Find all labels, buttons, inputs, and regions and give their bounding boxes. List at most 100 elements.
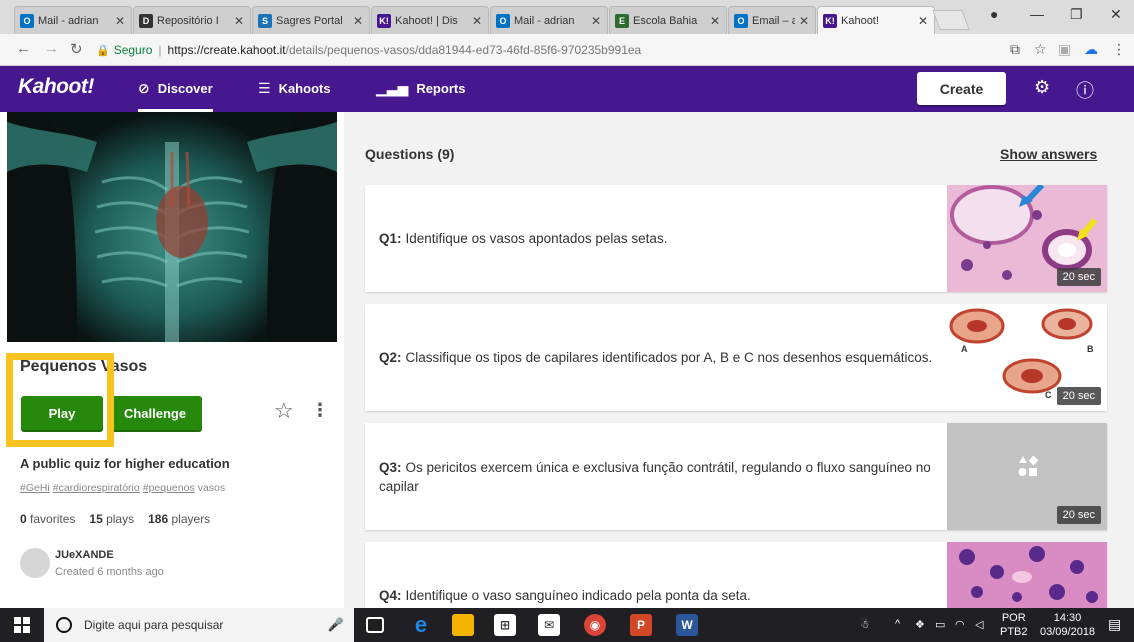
plays-stat: 15 plays [89, 512, 134, 526]
close-icon[interactable]: ✕ [591, 14, 601, 28]
more-options-icon[interactable]: ⋮ [311, 400, 329, 421]
list-icon: ☰ [258, 80, 271, 96]
question-card[interactable]: Q1: Identifique os vasos apontados pelas … [365, 185, 1107, 292]
avatar[interactable] [20, 548, 50, 578]
forward-icon[interactable]: → [44, 40, 59, 57]
tag-text: vasos [197, 482, 226, 494]
volume-icon[interactable]: ◁ [975, 618, 983, 631]
nav-label: Discover [157, 81, 213, 96]
browser-tab-active[interactable]: K! Kahoot! ✕ [817, 6, 935, 34]
clock-time: 14:30 [1053, 612, 1082, 624]
gear-icon[interactable]: ⚙ [1034, 77, 1050, 98]
menu-icon[interactable]: ⋮ [1112, 41, 1126, 58]
translate-icon[interactable]: ⧉ [1010, 41, 1020, 58]
close-icon[interactable]: ✕ [234, 14, 244, 28]
close-icon[interactable]: ✕ [918, 14, 928, 28]
close-icon[interactable]: ✕ [472, 14, 482, 28]
word-icon[interactable]: W [676, 614, 698, 636]
nav-reports[interactable]: ▁▃▅ Reports [376, 80, 465, 97]
reload-icon[interactable]: ↻ [70, 40, 83, 58]
outlook-icon: O [20, 13, 34, 28]
notifications-icon[interactable]: ▤ [1108, 616, 1121, 633]
url-path: /details/pequenos-vasos/dda81944-ed73-46… [285, 43, 642, 57]
tab-title: Kahoot! [841, 14, 879, 27]
author-name[interactable]: JUeXANDE [55, 549, 114, 561]
plays-count: 15 [89, 512, 103, 526]
favorites-stat: 0 favorites [20, 512, 75, 526]
mail-icon[interactable]: ✉ [538, 614, 560, 636]
diagram-label-a: A [961, 344, 968, 354]
question-number: Q4: [379, 588, 402, 603]
wifi-icon[interactable]: ◠ [955, 618, 965, 631]
layout-code: PTB2 [1000, 626, 1028, 638]
question-body: Identifique os vasos apontados pelas set… [405, 231, 668, 246]
question-number: Q1: [379, 231, 402, 246]
show-hidden-icons[interactable]: ^ [895, 618, 900, 630]
windows-taskbar: Digite aqui para pesquisar 🎤 e ⊞ ✉ ◉ P W… [0, 608, 1134, 642]
favorite-star-icon[interactable]: ☆ [274, 398, 294, 424]
question-text: Q3: Os pericitos exercem única e exclusiv… [379, 423, 939, 530]
close-window-icon[interactable]: ✕ [1110, 6, 1122, 23]
file-explorer-icon[interactable] [452, 614, 474, 636]
sagres-icon: S [258, 13, 272, 28]
dropbox-icon[interactable]: ❖ [915, 618, 925, 631]
browser-tab[interactable]: K! Kahoot! | Dis ✕ [371, 6, 489, 34]
taskbar-clock[interactable]: 14:30 03/09/2018 [1040, 611, 1095, 639]
question-card[interactable]: Q2: Classifique os tipos de capilares ide… [365, 304, 1107, 411]
chest-xray-icon [7, 112, 337, 342]
question-image: 20 sec [947, 423, 1107, 530]
challenge-button[interactable]: Challenge [108, 396, 202, 430]
people-icon[interactable]: ☃ [860, 618, 870, 631]
question-number: Q2: [379, 350, 402, 365]
browser-tab[interactable]: O Mail - adrian ✕ [14, 6, 132, 34]
windows-start-icon[interactable] [14, 617, 30, 633]
create-button[interactable]: Create [917, 72, 1006, 105]
taskbar-search-input[interactable]: Digite aqui para pesquisar 🎤 [44, 608, 354, 642]
url-separator: | [158, 43, 162, 57]
microphone-icon[interactable]: 🎤 [328, 617, 344, 633]
back-icon[interactable]: ← [16, 40, 31, 57]
question-body: Classifique os tipos de capilares identi… [405, 350, 933, 365]
kahoot-logo[interactable]: Kahoot! [18, 75, 94, 99]
battery-icon[interactable]: ▭ [935, 618, 945, 631]
store-icon[interactable]: ⊞ [494, 614, 516, 636]
question-body: Os pericitos exercem única e exclusiva f… [379, 459, 931, 494]
kahoot-navbar: Kahoot! ⊘ Discover ☰ Kahoots ▁▃▅ Reports… [0, 66, 1134, 113]
question-card[interactable]: Q3: Os pericitos exercem única e exclusiv… [365, 423, 1107, 530]
browser-tab[interactable]: O Email – adria ✕ [728, 6, 816, 34]
chrome-icon[interactable]: ◉ [584, 614, 606, 636]
close-icon[interactable]: ✕ [115, 14, 125, 28]
cloud-extension-icon[interactable]: ☁ [1084, 41, 1098, 58]
question-text: Q1: Identifique os vasos apontados pelas … [379, 185, 939, 292]
tag-link[interactable]: #pequenos [143, 482, 195, 494]
clock-date: 03/09/2018 [1040, 626, 1096, 638]
profile-icon[interactable]: ● [990, 6, 998, 22]
close-icon[interactable]: ✕ [799, 14, 809, 28]
help-icon[interactable]: ⓘ [1076, 77, 1094, 103]
nav-discover[interactable]: ⊘ Discover [138, 80, 213, 113]
browser-tab[interactable]: D Repositório I ✕ [133, 6, 251, 34]
browser-tab[interactable]: E Escola Bahia ✕ [609, 6, 727, 34]
address-bar[interactable]: 🔒 Seguro | https://create.kahoot.it/deta… [96, 38, 996, 62]
minimize-icon[interactable]: — [1030, 6, 1044, 22]
powerpoint-icon[interactable]: P [630, 614, 652, 636]
edge-browser-icon[interactable]: e [410, 612, 432, 637]
extension-icon[interactable]: ▣ [1058, 41, 1071, 58]
tag-link[interactable]: #cardiorespiratório [53, 482, 140, 494]
tag-link[interactable]: #GeHi [20, 482, 50, 494]
maximize-icon[interactable]: ❐ [1070, 6, 1083, 23]
close-icon[interactable]: ✕ [710, 14, 720, 28]
browser-tab[interactable]: S Sagres Portal ✕ [252, 6, 370, 34]
tab-title: Mail - adrian [38, 14, 99, 27]
browser-tab[interactable]: O Mail - adrian ✕ [490, 6, 608, 34]
nav-kahoots[interactable]: ☰ Kahoots [258, 80, 331, 97]
keyboard-language[interactable]: POR PTB2 [1000, 611, 1028, 639]
show-answers-link[interactable]: Show answers [1000, 146, 1097, 162]
plays-label: plays [106, 512, 135, 526]
outlook-icon: O [734, 13, 748, 28]
new-tab-button[interactable] [932, 10, 970, 30]
close-icon[interactable]: ✕ [353, 14, 363, 28]
bookmark-star-icon[interactable]: ☆ [1034, 41, 1047, 58]
players-count: 186 [148, 512, 169, 526]
task-view-icon[interactable] [366, 617, 384, 633]
